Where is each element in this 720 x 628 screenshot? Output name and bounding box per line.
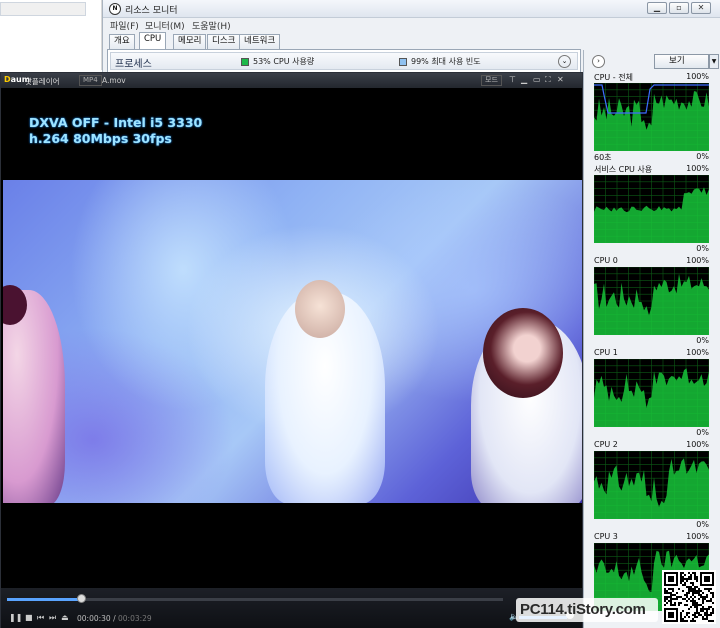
cpu-graph: 서비스 CPU 사용 100% 0% [594,164,709,256]
collapse-icon[interactable]: ⌄ [558,55,571,68]
minimize-icon[interactable]: ▁ [647,2,667,14]
qr-code [662,570,716,624]
cpu-graph-plot [594,175,709,243]
background-window [0,0,102,70]
menu-help[interactable]: 도움말(H) [192,19,231,32]
cpu-graph: CPU 2 100% 0% [594,440,709,532]
mode-button[interactable]: 모드 [481,75,502,86]
graph-title: CPU 1 [594,348,618,357]
cpu-graph: CPU 1 100% 0% [594,348,709,440]
tab-memory[interactable]: 메모리 [173,34,207,49]
resmon-icon: N [109,3,121,15]
player-controls: ❚❚ ■ ⏮ ⏭ ⏏ 00:00:30 / 00:03:29 🔈 [1,588,582,628]
watermark: PC114.tiStory.com [516,598,658,622]
cpu-graph-plot [594,451,709,519]
tab-disk[interactable]: 디스크 [207,34,241,49]
graph-min-label: 0% [696,520,709,529]
eject-icon[interactable]: ⏏ [61,613,69,622]
maximize-icon[interactable]: ▭ [533,75,541,84]
graph-max-label: 100% [686,348,709,357]
cpu-usage-label: 53% CPU 사용량 [253,57,315,66]
watermark-text: PC114.tiStory.com [520,601,646,618]
graph-min-label: 0% [696,336,709,345]
tab-network[interactable]: 네트워크 [239,34,281,49]
menu-file[interactable]: 파일(F) [110,19,139,32]
processes-title: 프로세스 [115,59,152,70]
graph-title: CPU 0 [594,256,618,265]
graph-time-label: 60초 [594,153,612,162]
graph-max-label: 100% [686,532,709,541]
graph-title: CPU 3 [594,532,618,541]
tab-overview[interactable]: 개요 [109,34,135,49]
format-badge: MP4 [79,75,102,86]
graph-title: CPU - 전체 [594,73,633,82]
pause-icon[interactable]: ❚❚ [9,613,22,622]
cpu-graph-plot [594,83,709,151]
potplayer-window: Daum 팟플레이어 MP4 A.mov 모드 ⊤ ▁ ▭ ⛶ ✕ DXVA O… [0,72,583,628]
menu-monitor[interactable]: 모니터(M) [145,19,185,32]
cpu-graph: CPU 0 100% 0% [594,256,709,348]
processes-section-header[interactable]: 프로세스 53% CPU 사용량 99% 최대 사용 빈도 ⌄ [110,52,578,70]
graph-max-label: 100% [686,256,709,265]
graph-min-label: 0% [696,428,709,437]
graph-min-label: 0% [696,152,709,161]
title-bar[interactable]: N 리소스 모니터 ▁ ▫ ✕ [103,0,720,18]
overlay-text-line2: h.264 80Mbps 30fps [29,131,172,146]
graph-min-label: 0% [696,244,709,253]
max-freq-swatch [399,58,407,66]
graph-panel: › 보기 ▼ CPU - 전체 100% 60초 0% 서비스 CPU 사용 100% 0%… [583,50,720,628]
seek-bar[interactable] [7,594,503,603]
overlay-text-line1: DXVA OFF - Intel i5 3330 [29,115,203,130]
graph-max-label: 100% [686,164,709,173]
chevron-down-icon[interactable]: ▼ [709,54,719,69]
window-title: 리소스 모니터 [125,6,178,16]
close-icon[interactable]: ✕ [691,2,711,14]
playback-time: 00:00:30 / 00:03:29 [77,614,152,623]
stop-icon[interactable]: ■ [25,613,33,622]
minimize-icon[interactable]: ▁ [521,75,527,84]
max-freq-label: 99% 최대 사용 빈도 [411,57,481,66]
menu-bar: 파일(F) 모니터(M) 도움말(H) [103,18,720,32]
view-button[interactable]: 보기 [654,54,709,69]
seek-bar-fill [7,598,82,601]
next-icon[interactable]: ⏭ [49,613,56,623]
player-name[interactable]: 팟플레이어 [25,76,60,87]
graph-panel-header: › 보기 ▼ [584,52,720,70]
close-icon[interactable]: ✕ [557,75,564,84]
fullscreen-icon[interactable]: ⛶ [545,75,551,85]
graph-title: 서비스 CPU 사용 [594,165,653,174]
file-name: A.mov [102,76,126,85]
graph-max-label: 100% [686,72,709,81]
tab-cpu[interactable]: CPU [139,32,167,49]
pin-icon[interactable]: ⊤ [509,75,516,84]
cpu-graph-plot [594,267,709,335]
seek-knob[interactable] [77,594,87,603]
cpu-graph: CPU - 전체 100% 60초 0% [594,72,709,164]
performer-head [483,308,563,398]
graph-title: CPU 2 [594,440,618,449]
qr-code-icon [664,572,714,622]
cpu-usage-swatch [241,58,249,66]
restore-icon[interactable]: ▫ [669,2,689,14]
previous-icon[interactable]: ⏮ [37,613,44,623]
player-title-bar[interactable]: Daum 팟플레이어 MP4 A.mov 모드 ⊤ ▁ ▭ ⛶ ✕ [1,73,582,88]
cpu-graph-plot [594,359,709,427]
graph-max-label: 100% [686,440,709,449]
video-frame[interactable] [3,180,582,503]
performer-head [295,280,345,338]
expand-arrow-icon[interactable]: › [592,55,605,68]
background-window-bar [0,2,86,16]
